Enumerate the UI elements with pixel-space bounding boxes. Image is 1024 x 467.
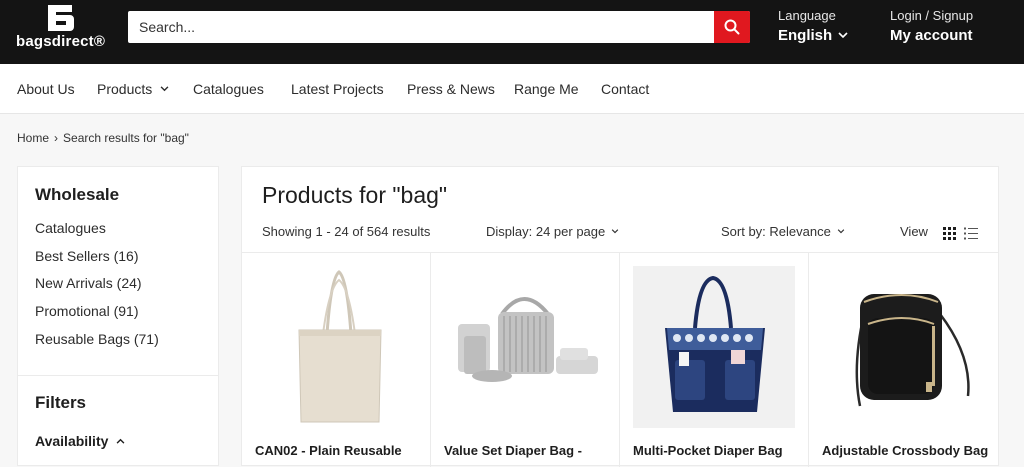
chevron-down-icon	[838, 32, 848, 39]
search-input[interactable]	[128, 11, 714, 43]
language-selector[interactable]: Language English	[778, 8, 848, 44]
product-image-diaper-bag-set[interactable]	[444, 266, 606, 428]
logo-mark-icon	[48, 5, 74, 31]
nav-label: About Us	[17, 81, 75, 97]
breadcrumb-separator: ›	[54, 131, 59, 145]
availability-label: Availability	[35, 433, 109, 449]
breadcrumb-current: Search results for "bag"	[63, 131, 189, 145]
availability-filter-toggle[interactable]: Availability	[35, 433, 125, 449]
chevron-down-icon	[837, 229, 845, 234]
nav-label: Contact	[601, 81, 650, 97]
list-view-icon[interactable]	[964, 227, 978, 240]
nav-item-products[interactable]: Products	[97, 81, 169, 97]
nav-item-press-news[interactable]: Press & News	[407, 81, 495, 97]
product-results: Products for "bag" Showing 1 - 24 of 564…	[241, 166, 999, 467]
nav-label: Latest Projects	[291, 81, 384, 97]
chevron-down-icon	[160, 86, 169, 92]
account-label: Login / Signup	[890, 8, 974, 23]
results-toolbar: Showing 1 - 24 of 564 results Display: 2…	[242, 219, 998, 253]
nav-label: Press & News	[407, 81, 495, 97]
sort-select[interactable]: Sort by: Relevance	[721, 224, 845, 239]
search-icon	[724, 19, 740, 35]
nav-item-range-me[interactable]: Range Me	[514, 81, 579, 97]
sidebar-item-reusable-bags[interactable]: Reusable Bags (71)	[35, 331, 159, 359]
nav-label: Catalogues	[193, 81, 264, 97]
product-card[interactable]: CAN02 - Plain Reusable	[242, 253, 431, 467]
search-button[interactable]	[714, 11, 750, 43]
view-label: View	[900, 224, 928, 239]
product-image-tote-bag[interactable]	[255, 266, 417, 428]
grid-view-icon[interactable]	[943, 227, 956, 240]
breadcrumb-home[interactable]: Home	[17, 131, 49, 145]
nav-item-about-us[interactable]: About Us	[17, 81, 75, 97]
sidebar: Wholesale Catalogues Best Sellers (16) N…	[17, 166, 219, 466]
sidebar-divider	[18, 375, 218, 376]
nav-label: Range Me	[514, 81, 579, 97]
product-image-crossbody-bag[interactable]	[822, 266, 984, 428]
nav-label: Products	[97, 81, 153, 97]
sidebar-item-promotional[interactable]: Promotional (91)	[35, 303, 159, 331]
account-menu[interactable]: Login / Signup My account	[890, 8, 973, 44]
nav-item-latest-projects[interactable]: Latest Projects	[291, 81, 384, 97]
page-title: Products for "bag"	[262, 182, 448, 208]
sidebar-item-new-arrivals[interactable]: New Arrivals (24)	[35, 275, 159, 303]
account-value: My account	[890, 27, 973, 44]
top-header: bagsdirect® Language English Login / Sig…	[0, 0, 1024, 64]
main-navigation: About Us Products Catalogues Latest Proj…	[0, 64, 1024, 114]
product-card[interactable]: Adjustable Crossbody Bag	[809, 253, 998, 467]
product-title[interactable]: CAN02 - Plain Reusable	[255, 443, 402, 458]
chevron-up-icon	[116, 438, 125, 444]
logo-text: bagsdirect®	[16, 33, 106, 50]
product-title[interactable]: Multi-Pocket Diaper Bag	[633, 443, 783, 458]
nav-item-contact[interactable]: Contact	[601, 81, 649, 97]
nav-item-catalogues[interactable]: Catalogues	[193, 81, 264, 97]
filters-title: Filters	[35, 393, 87, 412]
sidebar-item-best-sellers[interactable]: Best Sellers (16)	[35, 248, 159, 276]
display-label: Display: 24 per page	[486, 224, 606, 239]
results-count: Showing 1 - 24 of 564 results	[262, 224, 431, 239]
language-value: English	[778, 27, 833, 44]
sort-label: Sort by: Relevance	[721, 224, 831, 239]
product-card[interactable]: Multi-Pocket Diaper Bag	[620, 253, 809, 467]
product-title[interactable]: Adjustable Crossbody Bag	[822, 443, 988, 458]
search-bar	[128, 11, 750, 43]
breadcrumb: Home › Search results for "bag"	[17, 131, 189, 145]
product-grid: CAN02 - Plain Reusable Value Set Diaper …	[242, 253, 998, 467]
sidebar-item-catalogues[interactable]: Catalogues	[35, 220, 159, 248]
logo[interactable]: bagsdirect®	[16, 3, 106, 55]
sidebar-title: Wholesale	[35, 185, 120, 204]
sidebar-list: Catalogues Best Sellers (16) New Arrival…	[35, 220, 159, 358]
product-title[interactable]: Value Set Diaper Bag -	[444, 443, 582, 458]
product-card[interactable]: Value Set Diaper Bag -	[431, 253, 620, 467]
display-per-page-select[interactable]: Display: 24 per page	[486, 224, 619, 239]
chevron-down-icon	[611, 229, 619, 234]
product-image-multi-pocket-diaper-bag[interactable]	[633, 266, 795, 428]
language-label: Language	[778, 8, 836, 23]
